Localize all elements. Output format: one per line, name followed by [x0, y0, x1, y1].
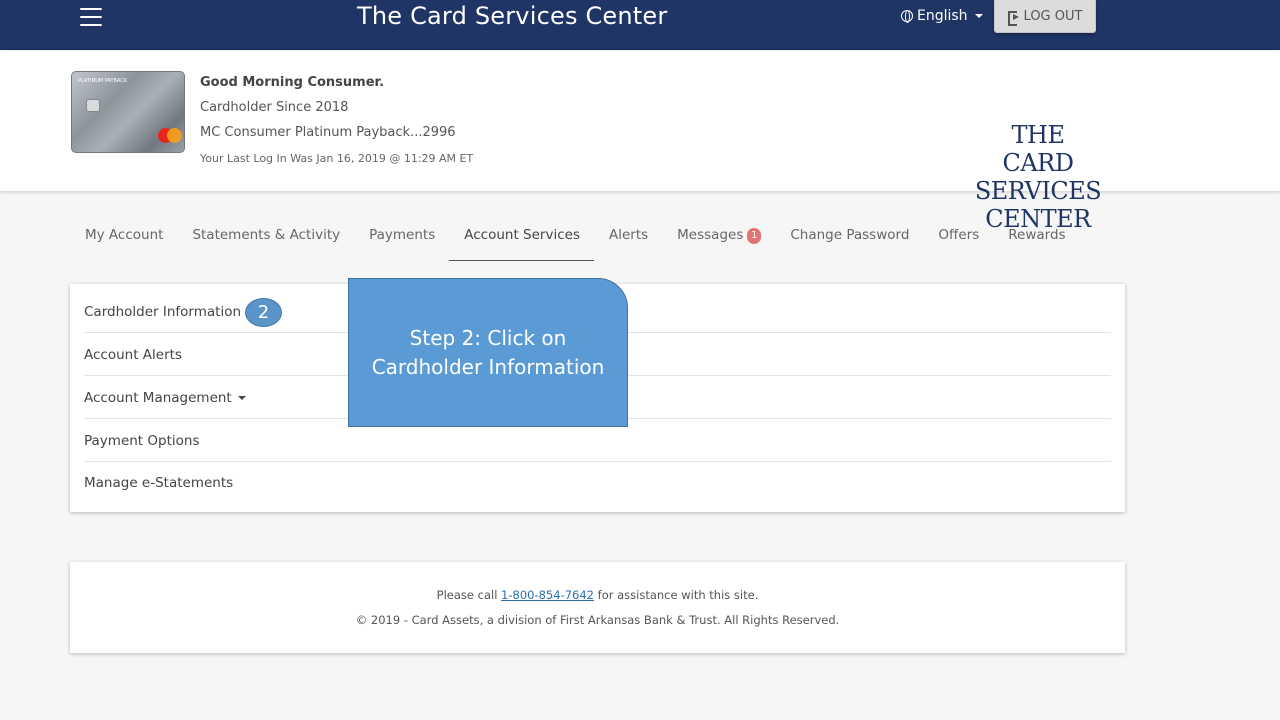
phone-link[interactable]: 1-800-854-7642: [501, 588, 594, 602]
logo-line-2: CARD SERVICES: [974, 149, 1102, 205]
tab-statements-activity[interactable]: Statements & Activity: [177, 215, 354, 261]
chevron-down-icon: [237, 395, 246, 400]
service-label: Manage e-Statements: [84, 475, 234, 491]
hamburger-menu-icon[interactable]: [80, 8, 102, 26]
logo-line-1: THE: [1011, 121, 1065, 149]
service-label: Account Management: [84, 389, 232, 406]
tab-offers[interactable]: Offers: [923, 215, 993, 261]
assistance-suffix: for assistance with this site.: [597, 588, 759, 602]
service-label: Account Alerts: [84, 346, 182, 363]
card-brand-text: PLATINUM PAYBACK: [78, 78, 128, 84]
service-label: Payment Options: [84, 432, 200, 449]
tab-change-password[interactable]: Change Password: [775, 215, 923, 261]
copyright-text: © 2019 - Card Assets, a division of Firs…: [355, 613, 840, 627]
tab-my-account[interactable]: My Account: [70, 215, 177, 261]
account-header: PLATINUM PAYBACK THE CARD SERVICES CENTE…: [0, 51, 1280, 233]
service-manage-e-statements[interactable]: Manage e-Statements: [84, 462, 1111, 504]
globe-icon: [901, 10, 913, 23]
tutorial-callout: Step 2: Click on Cardholder Information: [348, 278, 628, 427]
assistance-prefix: Please call: [436, 588, 498, 602]
footer: Please call 1-800-854-7642 for assistanc…: [70, 562, 1125, 653]
message-count-badge: 1: [747, 228, 762, 244]
main-nav-tabs: My Account Statements & Activity Payment…: [70, 215, 1080, 261]
tab-rewards[interactable]: Rewards: [993, 215, 1079, 261]
account-name-text: MC Consumer Platinum Payback...2996: [200, 125, 456, 140]
credit-card-image: PLATINUM PAYBACK: [71, 71, 185, 153]
card-chip-icon: [86, 99, 100, 112]
language-selector[interactable]: English: [901, 8, 983, 24]
logout-label: LOG OUT: [1023, 8, 1083, 24]
tab-account-services[interactable]: Account Services: [449, 215, 594, 261]
app-title: The Card Services Center: [357, 2, 668, 30]
step-number-marker: 2: [245, 298, 282, 327]
top-navigation-bar: The Card Services Center English LOG OUT: [0, 0, 1280, 50]
chevron-down-icon: [974, 14, 983, 18]
tab-messages[interactable]: Messages 1: [662, 215, 775, 261]
cardholder-since-text: Cardholder Since 2018: [200, 100, 349, 115]
tab-alerts[interactable]: Alerts: [594, 215, 662, 261]
logout-button[interactable]: LOG OUT: [994, 0, 1096, 33]
last-login-text: Your Last Log In Was Jan 16, 2019 @ 11:2…: [200, 152, 474, 165]
mastercard-logo-icon: [158, 128, 182, 144]
tab-messages-label: Messages: [677, 227, 744, 243]
greeting-text: Good Morning Consumer.: [200, 75, 385, 90]
tab-payments[interactable]: Payments: [354, 215, 449, 261]
assistance-text: Please call 1-800-854-7642 for assistanc…: [70, 588, 1125, 602]
language-label: English: [917, 8, 968, 24]
sign-out-icon: [1007, 10, 1020, 26]
service-label: Cardholder Information: [84, 303, 242, 320]
